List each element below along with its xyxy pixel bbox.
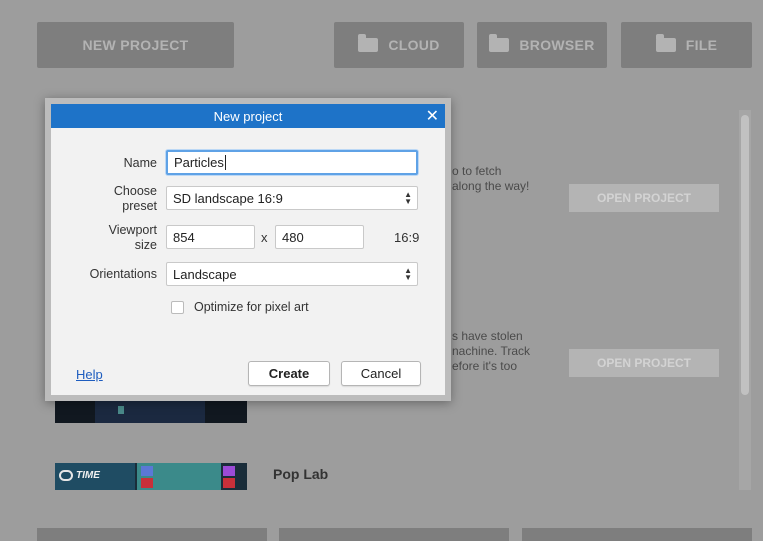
folder-icon [489,34,510,52]
preset-select[interactable]: SD landscape 16:9 ▲ ▼ [166,186,418,210]
pixel-art-checkbox[interactable] [171,301,184,314]
project-thumbnail[interactable] [55,400,247,423]
pixel-art-label: Optimize for pixel art [194,300,309,314]
dialog-title: New project [213,108,283,124]
folder-icon [358,34,379,52]
new-project-button[interactable]: NEW PROJECT [37,22,234,68]
project-description: o to fetch along the way! [452,164,530,193]
project-description: s have stolen nachine. Track efore it's … [452,329,531,373]
scrollbar-thumb[interactable] [741,115,749,395]
folder-icon [655,34,676,52]
bottom-button[interactable] [279,528,509,541]
open-project-button[interactable]: OPEN PROJECT [569,349,719,377]
orientation-label: Orientations [89,267,157,281]
close-icon[interactable]: ✕ [426,106,439,126]
project-title: Pop Lab [273,466,329,482]
file-button[interactable]: FILE [621,22,752,68]
dialog-titlebar: New project ✕ [51,104,445,128]
viewport-label: Viewport size [108,223,157,252]
orientation-select[interactable]: Landscape ▲ ▼ [166,262,418,286]
create-button[interactable]: Create [248,361,330,386]
name-label: Name [123,156,157,170]
cancel-button[interactable]: Cancel [341,361,421,386]
help-link[interactable]: Help [76,367,103,382]
aspect-ratio: 16:9 [394,230,420,245]
viewport-width-input[interactable]: 854 [166,225,255,249]
preset-label: Choose preset [113,184,157,213]
cloud-button[interactable]: CLOUD [334,22,464,68]
open-project-button[interactable]: OPEN PROJECT [569,184,719,212]
select-arrows-icon: ▲ ▼ [404,190,412,206]
name-input[interactable]: Particles [166,150,418,175]
cloud-icon [59,470,73,481]
bottom-button[interactable] [37,528,267,541]
bottom-button[interactable] [522,528,752,541]
project-thumbnail[interactable]: TIME [55,463,247,490]
viewport-separator: x [261,230,268,245]
new-project-dialog: New project ✕ Name Particles Choose pres… [45,98,451,401]
browser-button[interactable]: BROWSER [477,22,607,68]
select-arrows-icon: ▲ ▼ [404,266,412,282]
viewport-height-input[interactable]: 480 [275,225,364,249]
